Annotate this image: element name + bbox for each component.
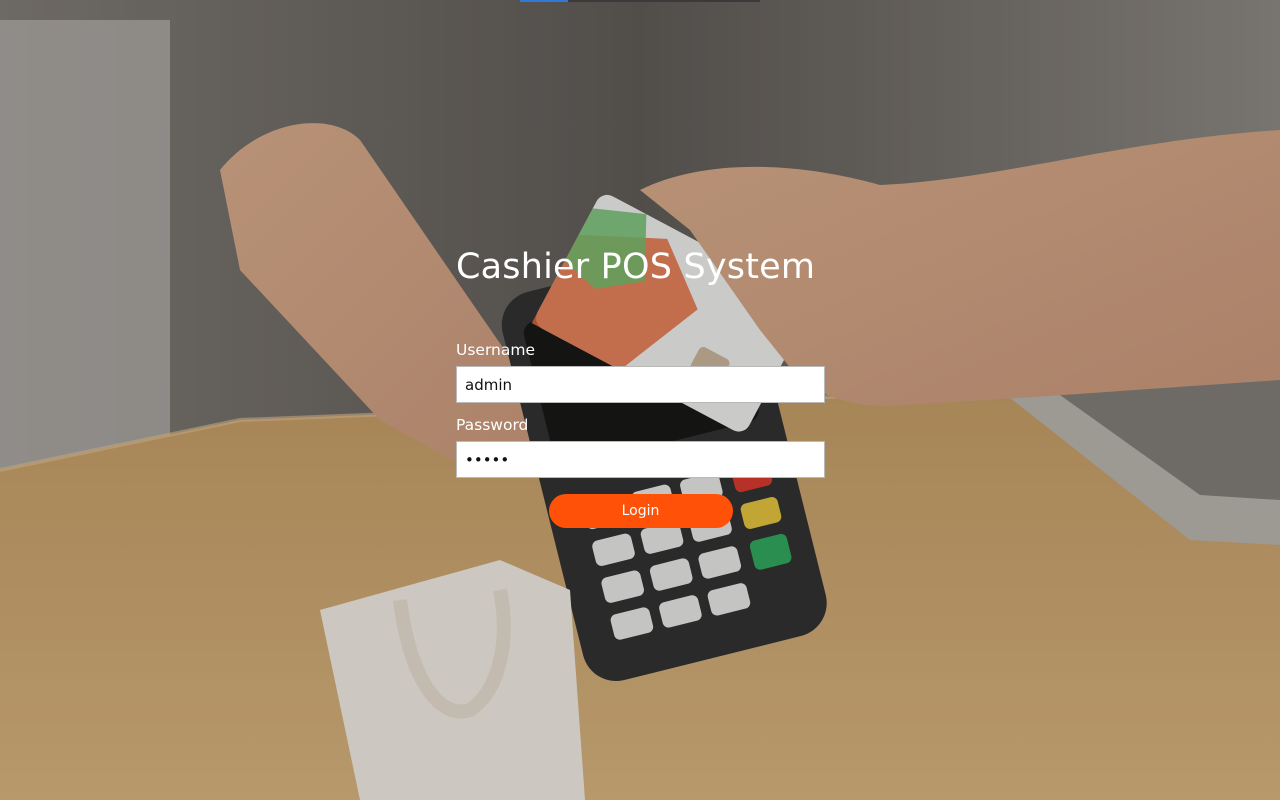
login-button[interactable]: Login xyxy=(548,494,733,528)
page-title: Cashier POS System xyxy=(456,247,816,287)
login-form: Cashier POS System Username Password Log… xyxy=(456,244,826,528)
password-input[interactable] xyxy=(456,441,825,478)
progress-fill xyxy=(520,0,568,2)
loading-progress-bar xyxy=(520,0,760,2)
password-label: Password xyxy=(456,416,529,434)
username-label: Username xyxy=(456,341,536,359)
login-button-row: Login xyxy=(456,494,825,528)
username-input[interactable] xyxy=(456,366,825,403)
login-page: Cashier POS System Username Password Log… xyxy=(0,0,1280,800)
